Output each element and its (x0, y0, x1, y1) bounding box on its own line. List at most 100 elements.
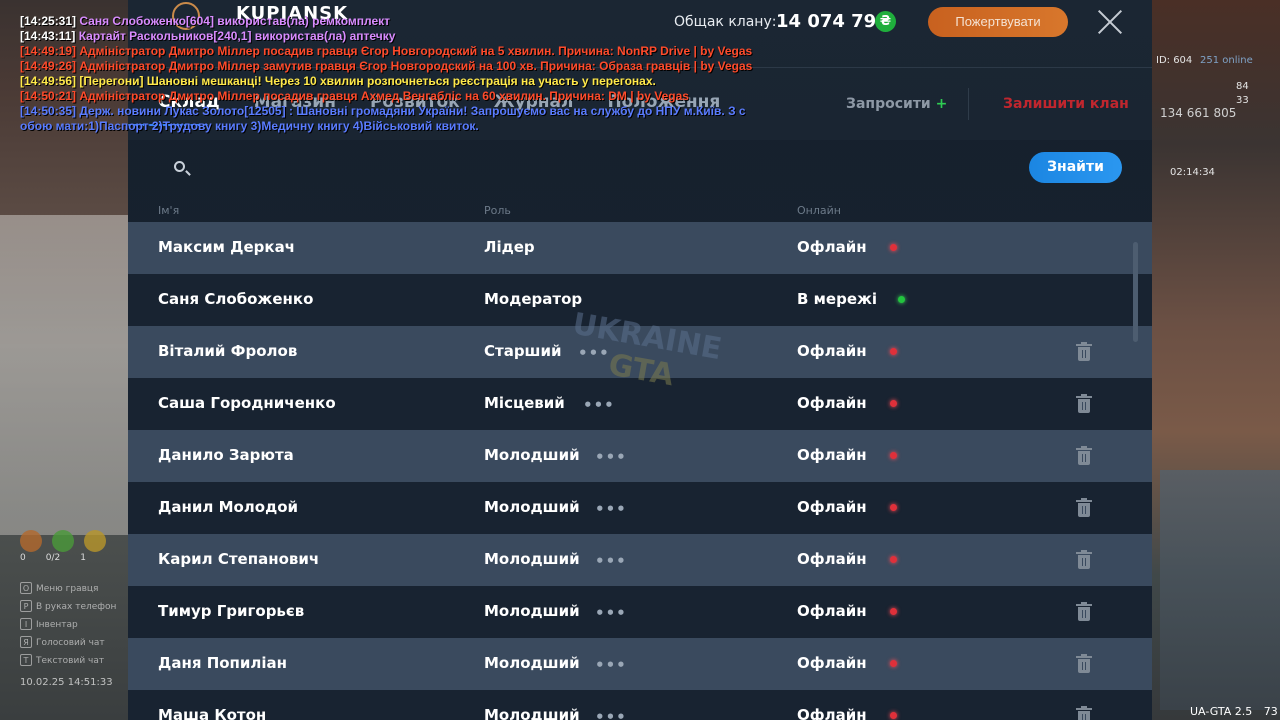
hud-counter: 0 (20, 553, 26, 563)
member-name: Тимур Григорьєв (158, 602, 305, 620)
chat-message: [14:25:31] Саня Слобоженко[604] використ… (20, 14, 740, 29)
invite-button[interactable]: Запросити + (846, 96, 947, 112)
member-row[interactable]: Карил Степанович Молодший ••• Офлайн (128, 534, 1152, 586)
keybind-key: Я (20, 636, 32, 648)
session-timer: 02:14:34 (1170, 167, 1215, 178)
member-role: Молодший (484, 446, 580, 464)
trash-icon[interactable] (1076, 342, 1092, 361)
chat-message: [14:49:56] [Перегони] Шановні мешканці! … (20, 74, 740, 89)
member-status: Офлайн (797, 238, 867, 256)
trash-icon[interactable] (1076, 394, 1092, 413)
player-id: ID: 604 (1156, 55, 1193, 66)
wanted-icon (84, 530, 106, 552)
donate-button[interactable]: Пожертвувати (928, 7, 1068, 37)
fps-counter: 73 (1263, 705, 1278, 718)
trash-icon[interactable] (1076, 446, 1092, 465)
member-search-bar (158, 150, 998, 184)
hud-counters: 0 0/2 1 (20, 553, 86, 563)
money-value: 134 661 805 (1160, 106, 1237, 120)
member-name: Данил Молодой (158, 498, 299, 516)
health-value: 84 (1236, 81, 1249, 92)
member-role: Молодший (484, 498, 580, 516)
offline-indicator-icon (890, 348, 897, 355)
keybind-key: I (20, 618, 32, 630)
role-menu-icon[interactable]: ••• (595, 448, 627, 466)
role-menu-icon[interactable]: ••• (583, 396, 615, 414)
close-icon[interactable] (1096, 8, 1124, 36)
role-menu-icon[interactable]: ••• (595, 552, 627, 570)
member-role: Місцевий (484, 394, 565, 412)
offline-indicator-icon (890, 660, 897, 667)
chat-message: обою мати:1)Паспорт 2)Трудову книгу 3)Ме… (20, 119, 740, 134)
online-indicator-icon (898, 296, 905, 303)
game-version: UA-GTA 2.5 73 (1190, 705, 1278, 718)
game-background-wall (0, 215, 128, 535)
keybind-row: P В руках телефон (20, 598, 116, 616)
member-role: Молодший (484, 602, 580, 620)
chat-text: [14:50:35] Держ. новини Лукас Золото[125… (20, 104, 746, 118)
chat-text: [14:50:21] Адміністратор Дмитро Міллер п… (20, 89, 689, 103)
chat-message: [14:49:19] Адміністратор Дмитро Міллер п… (20, 44, 752, 59)
offline-indicator-icon (890, 400, 897, 407)
trash-icon[interactable] (1076, 602, 1092, 621)
member-name: Саша Городниченко (158, 394, 336, 412)
role-menu-icon[interactable]: ••• (595, 500, 627, 518)
role-menu-icon[interactable]: ••• (595, 656, 627, 674)
chat-text: обою мати:1)Паспорт 2)Трудову книгу 3)Ме… (20, 119, 479, 133)
hunger-icon (20, 530, 42, 552)
invite-label: Запросити (846, 96, 931, 112)
plus-icon: + (935, 96, 948, 112)
member-list-scrollbar[interactable] (1133, 242, 1138, 342)
member-role: Молодший (484, 654, 580, 672)
offline-indicator-icon (890, 452, 897, 459)
chat-text: Картайт Раскольников[240,1] використав(л… (75, 29, 396, 43)
hud-keybind-help: О Меню гравця PВ руках телефон I Інвентар … (20, 580, 116, 670)
member-search-input[interactable] (194, 150, 974, 184)
member-row[interactable]: Максим Деркач Лідер Офлайн (128, 222, 1152, 274)
hud-counter: 0/2 (45, 553, 61, 563)
offline-indicator-icon (890, 556, 897, 563)
trash-icon[interactable] (1076, 550, 1092, 569)
search-icon (174, 161, 185, 172)
trash-icon[interactable] (1076, 654, 1092, 673)
keybind-label: Голосовий чат (36, 638, 105, 648)
member-row[interactable]: Данил Молодой Молодший ••• Офлайн (128, 482, 1152, 534)
offline-indicator-icon (890, 608, 897, 615)
member-name: Маша Котон (158, 706, 267, 720)
trash-icon[interactable] (1076, 706, 1092, 720)
member-row[interactable]: Тимур Григорьєв Молодший ••• Офлайн (128, 586, 1152, 638)
armor-value: 33 (1236, 95, 1249, 106)
member-status: Офлайн (797, 342, 867, 360)
offline-indicator-icon (890, 244, 897, 251)
member-status: Офлайн (797, 446, 867, 464)
chat-timestamp: [14:43:11] (20, 29, 76, 43)
chat-text: [14:49:26] Адміністратор Дмитро Міллер з… (20, 59, 753, 73)
actions-divider (968, 88, 969, 120)
trash-icon[interactable] (1076, 498, 1092, 517)
keybind-row: I Інвентар (20, 616, 116, 634)
offline-indicator-icon (890, 504, 897, 511)
member-row[interactable]: Маша Котон Молодший ••• Офлайн (128, 690, 1152, 720)
role-menu-icon[interactable]: ••• (595, 708, 627, 720)
member-status: Офлайн (797, 706, 867, 720)
keybind-row: Я Голосовий чат (20, 634, 116, 652)
chat-text: [14:49:56] [Перегони] Шановні мешканці! … (20, 74, 656, 88)
chat-message: [14:43:11] Картайт Раскольников[240,1] в… (20, 29, 740, 44)
member-name: Карил Степанович (158, 550, 320, 568)
role-menu-icon[interactable]: ••• (595, 604, 627, 622)
keybind-row: T Текстовий чат (20, 652, 116, 670)
game-background-door (1160, 470, 1280, 710)
member-row[interactable]: Данило Зарюта Молодший ••• Офлайн (128, 430, 1152, 482)
keybind-key: О (20, 582, 32, 594)
member-name: Саня Слобоженко (158, 290, 314, 308)
hud-counter: 1 (80, 553, 86, 563)
clan-balance-value: 14 074 799 (776, 11, 889, 32)
member-status: Офлайн (797, 550, 867, 568)
keybind-key: T (20, 654, 32, 666)
leave-clan-button[interactable]: Залишити клан (1003, 96, 1129, 112)
keybind-label: Текстовий чат (36, 656, 105, 666)
member-row[interactable]: Даня Попиліан Молодший ••• Офлайн (128, 638, 1152, 690)
find-button[interactable]: Знайти (1029, 152, 1122, 183)
column-header-role: Роль (484, 204, 511, 217)
chat-text: Саня Слобоженко[604] використав(ла) ремк… (76, 14, 391, 28)
